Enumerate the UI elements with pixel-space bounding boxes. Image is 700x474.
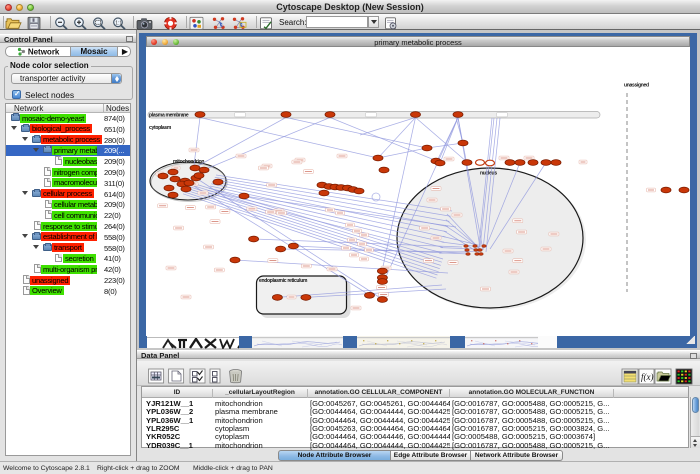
svg-text:plasma membrane: plasma membrane — [149, 113, 189, 119]
svg-text:cytoplasm: cytoplasm — [149, 125, 172, 131]
svg-text:1:1: 1:1 — [115, 20, 122, 26]
svg-text:mitochondrion: mitochondrion — [173, 159, 204, 165]
svg-text:unassigned: unassigned — [624, 83, 649, 89]
svg-text:endoplasmic reticulum: endoplasmic reticulum — [259, 278, 308, 284]
svg-text:f(x): f(x) — [641, 372, 654, 382]
